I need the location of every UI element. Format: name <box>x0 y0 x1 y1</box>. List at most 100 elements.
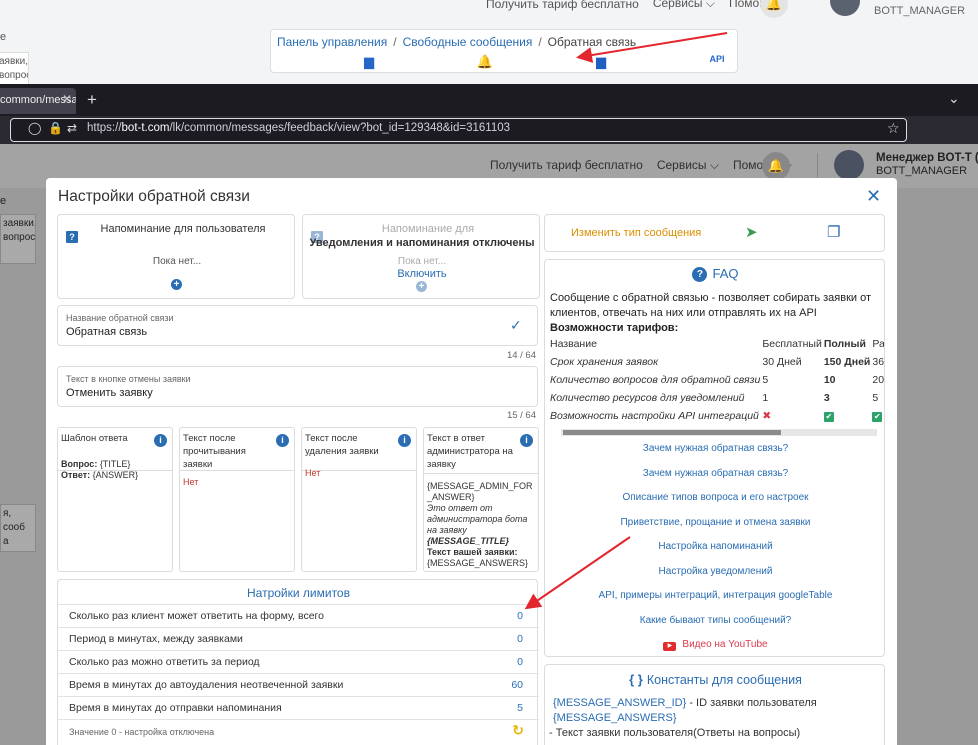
limit-label: Время в минутах до отправки напоминания <box>69 702 282 714</box>
limit-row[interactable]: Сколько раз клиент может ответить на фор… <box>58 604 539 627</box>
constants-title-text: Константы для сообщения <box>646 673 802 687</box>
nav-get-tariff[interactable]: Получить тариф бесплатно <box>486 0 639 11</box>
answer-template-card[interactable]: Шаблон ответа i Вопрос: {TITLE} Ответ: {… <box>57 427 173 572</box>
table-row: Количество ресурсов для уведомлений 1 3 … <box>550 389 884 407</box>
cell: 30 Дней <box>762 356 802 368</box>
constant-answers[interactable]: {MESSAGE_ANSWERS} <box>553 712 677 724</box>
refresh-icon[interactable]: ↻ <box>512 722 524 739</box>
question-icon[interactable]: ? <box>66 231 78 243</box>
after-delete-text-body: Нет <box>305 468 321 478</box>
bookmark-star-icon[interactable]: ☆ <box>887 120 900 137</box>
message-dots-icon[interactable]: ▆ <box>543 54 659 70</box>
breadcrumb-dashboard[interactable]: Панель управления <box>277 35 387 49</box>
page-nav-services[interactable]: Сервисы ⌵ <box>657 158 719 173</box>
admin-reply-note: Это ответ от администратора бота на заяв… <box>427 503 528 535</box>
url-text[interactable]: https://bot-t.com/lk/common/messages/fee… <box>87 122 510 134</box>
api-tab[interactable]: API <box>659 54 775 70</box>
limit-value[interactable]: 0 <box>517 610 523 622</box>
check-icon[interactable]: ✓ <box>510 317 522 334</box>
info-icon[interactable]: i <box>520 434 533 447</box>
close-tab-icon[interactable]: ✕ <box>62 92 72 106</box>
admin-reply-text-card[interactable]: Текст в ответ администратора на заявку i… <box>423 427 539 572</box>
limit-row[interactable]: Период в минутах, между заявками 0 <box>58 627 539 650</box>
view-tabs: ▆ 🔔 ▆ API <box>311 54 775 70</box>
limit-label: Сколько раз можно ответить за период <box>69 656 260 668</box>
url-host: bot-t.com <box>121 122 170 134</box>
info-icon[interactable]: i <box>276 434 289 447</box>
nav-services[interactable]: Сервисы ⌵ <box>653 0 715 11</box>
page-nav-get-tariff[interactable]: Получить тариф бесплатно <box>490 158 643 173</box>
faq-link[interactable]: API, примеры интеграций, интеграция goog… <box>545 590 884 615</box>
youtube-icon: ▶ <box>663 642 677 651</box>
answer-key: Ответ: <box>61 470 91 480</box>
faq-link[interactable]: Какие бывают типы сообщений? <box>545 615 884 640</box>
faq-link[interactable]: Зачем нужная обратная связь? <box>545 468 884 493</box>
lock-icon[interactable]: 🔒 <box>48 121 63 135</box>
enable-link[interactable]: Включить <box>303 268 541 280</box>
cross-icon: ✖ <box>762 410 772 422</box>
cell: 5 <box>762 374 769 386</box>
cancel-button-text-counter: 15 / 64 <box>506 410 536 421</box>
admin-reminder-title: Напоминание для <box>381 223 475 235</box>
constant-answer-id: {MESSAGE_ANSWER_ID} - ID заявки пользова… <box>553 697 817 709</box>
left-label: е <box>0 195 7 207</box>
change-type-button[interactable]: Изменить тип сообщения <box>571 227 701 239</box>
left-card: заявки, вопрос <box>0 214 36 264</box>
cancel-button-text-value[interactable]: Отменить заявку <box>66 387 153 399</box>
after-read-text-card[interactable]: Текст после прочитывания заявки i Нет <box>179 427 295 572</box>
message-title-var: {MESSAGE_TITLE} <box>427 536 510 546</box>
faq-link[interactable]: Описание типов вопроса и его настроек <box>545 492 884 517</box>
scrollbar-thumb[interactable] <box>563 430 781 435</box>
add-reminder-icon[interactable]: + <box>171 279 182 290</box>
constant-name[interactable]: {MESSAGE_ANSWER_ID} <box>553 697 686 709</box>
feedback-name-value[interactable]: Обратная связь <box>66 326 147 338</box>
feedback-name-label: Название обратной связи <box>66 313 174 323</box>
avatar[interactable] <box>834 150 864 180</box>
limit-value[interactable]: 5 <box>517 702 523 714</box>
chat-icon[interactable]: ▆ <box>311 54 427 70</box>
close-icon[interactable]: ✕ <box>866 186 881 207</box>
breadcrumb-free-messages[interactable]: Свободные сообщения <box>403 35 533 49</box>
faq-link[interactable]: Настройка уведомлений <box>545 566 884 591</box>
permissions-icon[interactable]: ⇄ <box>67 121 77 135</box>
bell-icon[interactable]: 🔔 <box>762 152 790 180</box>
after-delete-text-title: Текст после удаления заявки <box>302 428 416 471</box>
limit-row[interactable]: Сколько раз можно ответить за период 0 <box>58 650 539 673</box>
bell-icon[interactable]: 🔔 <box>760 0 788 18</box>
info-icon[interactable]: i <box>154 434 167 447</box>
limit-row[interactable]: Время в минутах до отправки напоминания … <box>58 696 539 719</box>
faq-link[interactable]: Зачем нужная обратная связь? <box>545 443 884 468</box>
shield-icon[interactable]: ◯ <box>28 121 41 135</box>
top-nav: Получить тариф бесплатно Сервисы ⌵ Помощ… <box>486 0 788 11</box>
cancel-button-text-field[interactable]: Текст в кнопке отмены заявки Отменить за… <box>57 366 538 407</box>
send-icon[interactable]: ➤ <box>745 223 758 241</box>
avatar[interactable] <box>830 0 860 16</box>
faq-title: ? FAQ <box>545 266 884 282</box>
copy-icon[interactable]: ❐ <box>827 223 840 241</box>
horizontal-scrollbar[interactable] <box>561 429 877 436</box>
limit-row[interactable]: Время в минутах до автоудаления неотвече… <box>58 673 539 696</box>
youtube-link[interactable]: ▶ Видео на YouTube <box>545 639 884 656</box>
admin-reminder-card: ? Напоминание для Уведомления и напомина… <box>302 214 540 299</box>
table-row: Количество вопросов для обратной связи 5… <box>550 371 884 389</box>
breadcrumb-current: Обратная связь <box>547 35 637 49</box>
feedback-name-field[interactable]: Название обратной связи Обратная связь ✓ <box>57 305 538 346</box>
chevron-down-icon[interactable]: ⌄ <box>948 90 960 107</box>
faq-link[interactable]: Настройка напоминаний <box>545 541 884 566</box>
limit-value[interactable]: 0 <box>517 633 523 645</box>
after-delete-text-card[interactable]: Текст после удаления заявки i Нет <box>301 427 417 572</box>
breadcrumb: Панель управления / Свободные сообщения / Об… <box>277 35 637 49</box>
limit-value[interactable]: 60 <box>511 679 523 691</box>
bell-settings-icon[interactable]: 🔔 <box>427 54 543 70</box>
limit-label: Время в минутах до автоудаления неотвече… <box>69 679 344 691</box>
check-icon: ✔ <box>872 412 883 422</box>
faq-link[interactable]: Приветствие, прощание и отмена заявки <box>545 517 884 542</box>
limits-title: Натройки лимитов <box>247 586 350 600</box>
col-free: Бесплатный <box>762 338 822 350</box>
limit-value[interactable]: 0 <box>517 656 523 668</box>
new-tab-icon[interactable]: + <box>87 90 97 110</box>
col-ext: Рас <box>872 338 885 350</box>
stale-screenshot-top: Получить тариф бесплатно Сервисы ⌵ Помощ… <box>0 0 978 84</box>
admin-reply-var: {MESSAGE_ADMIN_FOR_ANSWER} <box>427 481 533 502</box>
info-icon[interactable]: i <box>398 434 411 447</box>
